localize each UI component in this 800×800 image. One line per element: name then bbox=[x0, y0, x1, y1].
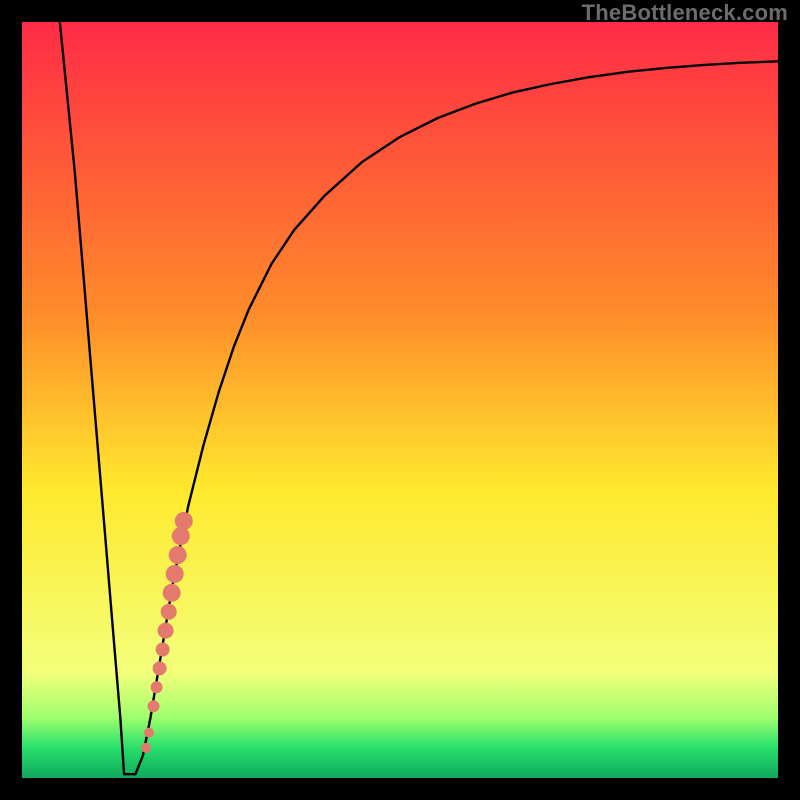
highlight-dot bbox=[166, 565, 184, 583]
gradient-background bbox=[22, 22, 778, 778]
highlight-dot bbox=[158, 623, 174, 639]
highlight-dot bbox=[172, 527, 190, 545]
highlight-dot bbox=[175, 512, 193, 530]
highlight-dot bbox=[156, 643, 170, 657]
highlight-dot bbox=[163, 584, 181, 602]
highlight-dot bbox=[141, 743, 151, 753]
highlight-dot bbox=[151, 681, 163, 693]
highlight-dot bbox=[169, 546, 187, 564]
watermark-text: TheBottleneck.com bbox=[582, 0, 788, 26]
outer-frame: TheBottleneck.com bbox=[0, 0, 800, 800]
highlight-dot bbox=[161, 604, 177, 620]
highlight-dot bbox=[148, 700, 160, 712]
plot-area bbox=[22, 22, 778, 778]
highlight-dot bbox=[153, 661, 167, 675]
chart-svg bbox=[22, 22, 778, 778]
highlight-dot bbox=[144, 728, 154, 738]
